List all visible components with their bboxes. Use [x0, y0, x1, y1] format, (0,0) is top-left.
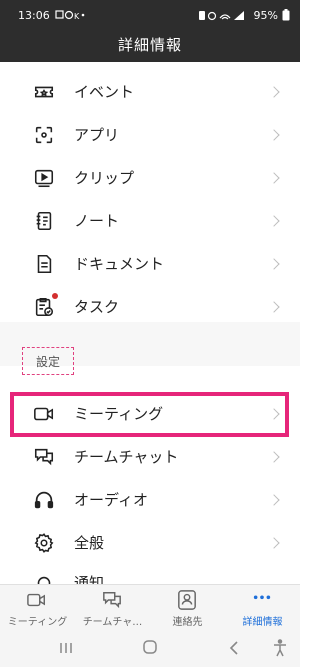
settings-item-label: チームチャット: [74, 448, 179, 466]
nav-tab-contacts[interactable]: 連絡先: [150, 585, 225, 631]
status-time: 13:06: [18, 8, 50, 22]
settings-item-team-chat[interactable]: チームチャット: [0, 435, 300, 478]
chevron-right-icon: [268, 300, 280, 313]
page-title: 詳細情報: [117, 36, 182, 54]
apps-icon: [32, 123, 56, 147]
settings-item-label: 全般: [74, 534, 105, 552]
chevron-right-icon: [268, 493, 280, 506]
clip-play-icon: [32, 166, 56, 190]
accessibility-icon[interactable]: [272, 639, 288, 657]
chat-bubbles-icon: [103, 592, 121, 609]
nav-label: 連絡先: [172, 617, 203, 628]
system-status-icon: [198, 10, 244, 20]
menu-item-label: アプリ: [74, 126, 120, 144]
chat-bubbles-icon: [32, 445, 56, 469]
chevron-right-icon: [268, 214, 280, 227]
app-header: 13:06 K 95% 詳細情報: [0, 0, 300, 62]
recent-apps-icon[interactable]: [58, 640, 74, 656]
menu-item-notes[interactable]: ノート: [0, 199, 300, 242]
nav-tab-meetings[interactable]: ミーティング: [0, 585, 75, 631]
more-dots-icon: [253, 595, 271, 600]
ticket-icon: [32, 80, 56, 104]
notebook-icon: [32, 209, 56, 233]
settings-section-header: 設定: [0, 322, 300, 375]
svg-text:K: K: [74, 12, 80, 20]
chevron-right-icon: [268, 128, 280, 141]
settings-item-label: オーディオ: [74, 491, 148, 509]
chevron-right-icon: [268, 536, 280, 549]
nav-label: 詳細情報: [242, 617, 283, 628]
nav-label: チームチャ…: [82, 617, 143, 628]
notification-icon: K: [55, 10, 85, 20]
nav-tab-more[interactable]: 詳細情報: [225, 585, 300, 631]
menu-item-clips[interactable]: クリップ: [0, 156, 300, 199]
settings-item-general[interactable]: 全般: [0, 521, 300, 564]
headphones-icon: [32, 488, 56, 512]
system-nav-bar: [0, 630, 300, 667]
menu-item-apps[interactable]: アプリ: [0, 113, 300, 156]
chevron-right-icon: [268, 257, 280, 270]
settings-item-audio[interactable]: オーディオ: [0, 478, 300, 521]
menu-item-events[interactable]: イベント: [0, 70, 300, 113]
menu-item-label: ドキュメント: [74, 255, 165, 273]
highlight-frame: [10, 392, 289, 437]
chevron-right-icon: [268, 171, 280, 184]
menu-item-label: ノート: [74, 212, 120, 230]
gear-icon: [32, 531, 56, 555]
menu-item-label: タスク: [74, 298, 120, 316]
video-camera-icon: [27, 593, 45, 607]
unread-badge-dot: [52, 292, 58, 299]
home-icon[interactable]: [142, 639, 158, 655]
battery-icon: [282, 9, 290, 21]
back-icon[interactable]: [228, 640, 240, 656]
nav-label: ミーティング: [7, 617, 68, 628]
chevron-right-icon: [268, 85, 280, 98]
status-bar: 13:06 K 95%: [18, 7, 290, 23]
menu-item-label: クリップ: [74, 169, 135, 187]
settings-section-label: 設定: [22, 347, 74, 375]
bottom-nav: ミーティング チームチャ… 連絡先 詳細情報: [0, 584, 300, 630]
battery-percent: 95%: [253, 8, 278, 22]
menu-item-documents[interactable]: ドキュメント: [0, 242, 300, 285]
contact-card-icon: [178, 590, 196, 610]
nav-tab-team-chat[interactable]: チームチャ…: [75, 585, 150, 631]
task-clipboard-icon: [32, 292, 58, 319]
chevron-right-icon: [268, 450, 280, 463]
document-icon: [32, 252, 56, 276]
menu-item-label: イベント: [74, 83, 135, 101]
